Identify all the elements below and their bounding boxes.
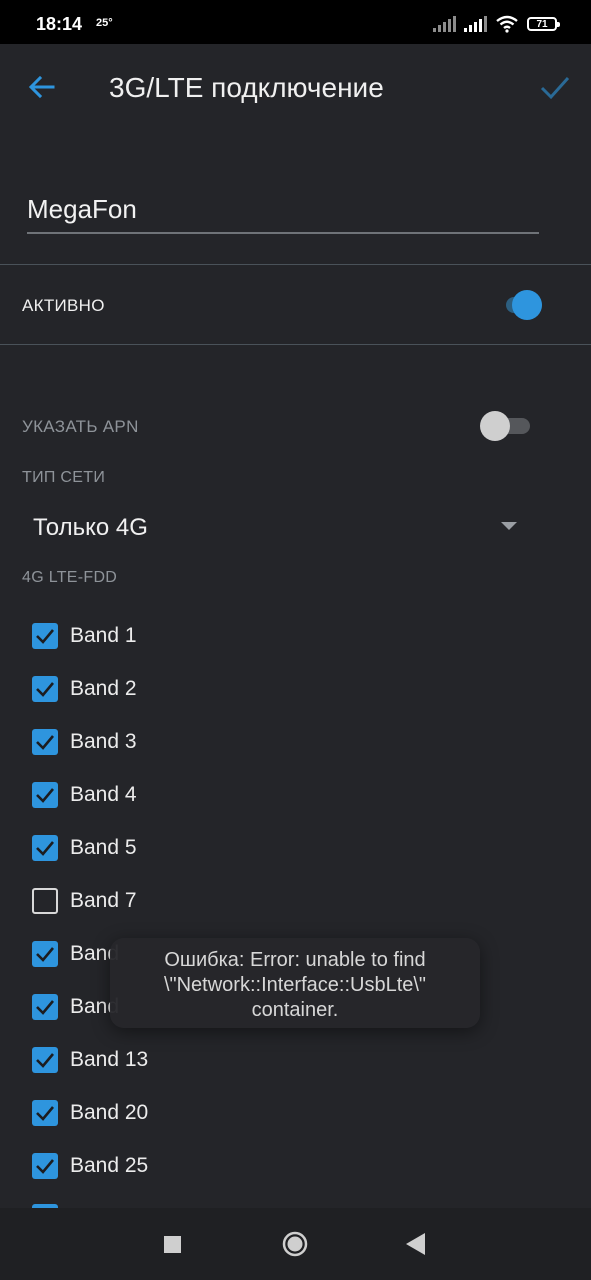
toggle-thumb bbox=[480, 411, 510, 441]
band-label: Band 25 bbox=[70, 1154, 149, 1177]
divider bbox=[0, 344, 591, 345]
checkbox[interactable] bbox=[32, 1153, 58, 1179]
back-button[interactable] bbox=[406, 1233, 425, 1255]
checkbox[interactable] bbox=[32, 1047, 58, 1073]
checkbox[interactable] bbox=[32, 835, 58, 861]
battery-level: 71 bbox=[536, 18, 548, 30]
band-label: Band 5 bbox=[70, 836, 137, 859]
connection-name-input[interactable] bbox=[27, 190, 539, 234]
band-checkbox-row[interactable]: Band 7 bbox=[32, 886, 432, 916]
checkmark-icon bbox=[36, 841, 54, 856]
band-checkbox-row[interactable]: Band 1 bbox=[32, 621, 432, 651]
apn-toggle[interactable] bbox=[480, 411, 530, 441]
checkmark-icon bbox=[36, 788, 54, 803]
navigation-bar bbox=[0, 1208, 591, 1280]
toast-line: container. bbox=[251, 999, 339, 1021]
lte-section-label: 4G LTE-FDD bbox=[22, 569, 118, 586]
checkbox[interactable] bbox=[32, 782, 58, 808]
checkmark-icon bbox=[36, 629, 54, 644]
checkmark-icon bbox=[36, 1053, 54, 1068]
status-temperature: 25° bbox=[96, 17, 113, 29]
home-button[interactable] bbox=[282, 1231, 308, 1257]
dropdown-caret-icon bbox=[501, 522, 517, 530]
band-checkbox-row[interactable]: Band 2 bbox=[32, 674, 432, 704]
status-bar: 18:14 25° 71 bbox=[0, 0, 591, 44]
page-title: 3G/LTE подключение bbox=[109, 72, 384, 103]
arrow-left-icon[interactable] bbox=[26, 71, 58, 103]
checkmark-icon bbox=[36, 1159, 54, 1174]
signal-icon bbox=[433, 16, 456, 32]
checkmark-icon bbox=[36, 682, 54, 697]
band-checkbox-row[interactable]: Band 3 bbox=[32, 727, 432, 757]
band-checkbox-row[interactable]: Band 20 bbox=[32, 1098, 432, 1128]
apn-label: УКАЗАТЬ APN bbox=[22, 417, 139, 436]
network-type-value: Только 4G bbox=[33, 514, 148, 541]
checkbox[interactable] bbox=[32, 729, 58, 755]
checkmark-icon bbox=[36, 947, 54, 962]
band-checkbox-row[interactable]: Band 13 bbox=[32, 1045, 432, 1075]
divider bbox=[0, 264, 591, 265]
band-label: Band 2 bbox=[70, 677, 137, 700]
band-label: Band 7 bbox=[70, 889, 137, 912]
signal-icon bbox=[464, 16, 487, 32]
checkmark-icon bbox=[36, 1106, 54, 1121]
band-label: Band 13 bbox=[70, 1048, 149, 1071]
toggle-thumb bbox=[512, 290, 542, 320]
active-label: АКТИВНО bbox=[22, 296, 105, 315]
checkmark-icon bbox=[36, 1000, 54, 1015]
band-checkbox-row[interactable]: Band 4 bbox=[32, 780, 432, 810]
band-checkbox-row[interactable]: Band 5 bbox=[32, 833, 432, 863]
network-type-select[interactable]: Только 4G bbox=[33, 510, 523, 546]
error-toast: Ошибка: Error: unable to find \"Network:… bbox=[110, 938, 480, 1028]
checkbox[interactable] bbox=[32, 994, 58, 1020]
status-icons: 71 bbox=[433, 14, 560, 34]
wifi-icon bbox=[496, 15, 518, 33]
checkbox[interactable] bbox=[32, 1100, 58, 1126]
status-time: 18:14 bbox=[36, 14, 83, 34]
checkbox[interactable] bbox=[32, 623, 58, 649]
active-toggle[interactable] bbox=[492, 290, 542, 320]
band-label: Band 3 bbox=[70, 730, 137, 753]
checkbox[interactable] bbox=[32, 676, 58, 702]
band-checkbox-row[interactable]: Band 25 bbox=[32, 1151, 432, 1181]
band-label: Band 4 bbox=[70, 783, 137, 806]
checkbox[interactable] bbox=[32, 941, 58, 967]
network-type-label: ТИП СЕТИ bbox=[22, 469, 106, 486]
screen: 18:14 25° 71 3G/LTE подключение MegaFon … bbox=[0, 0, 591, 1280]
band-label: Band 1 bbox=[70, 624, 137, 647]
band-label: Band 20 bbox=[70, 1101, 149, 1124]
toast-line: \"Network::Interface::UsbLte\" bbox=[163, 974, 427, 996]
checkmark-icon bbox=[36, 735, 54, 750]
checkbox[interactable] bbox=[32, 888, 58, 914]
app-bar: 3G/LTE подключение bbox=[0, 44, 591, 132]
check-icon[interactable] bbox=[538, 70, 572, 104]
battery-icon: 71 bbox=[527, 17, 560, 31]
recents-button[interactable] bbox=[164, 1236, 181, 1253]
toast-line: Ошибка: Error: unable to find bbox=[164, 949, 426, 971]
